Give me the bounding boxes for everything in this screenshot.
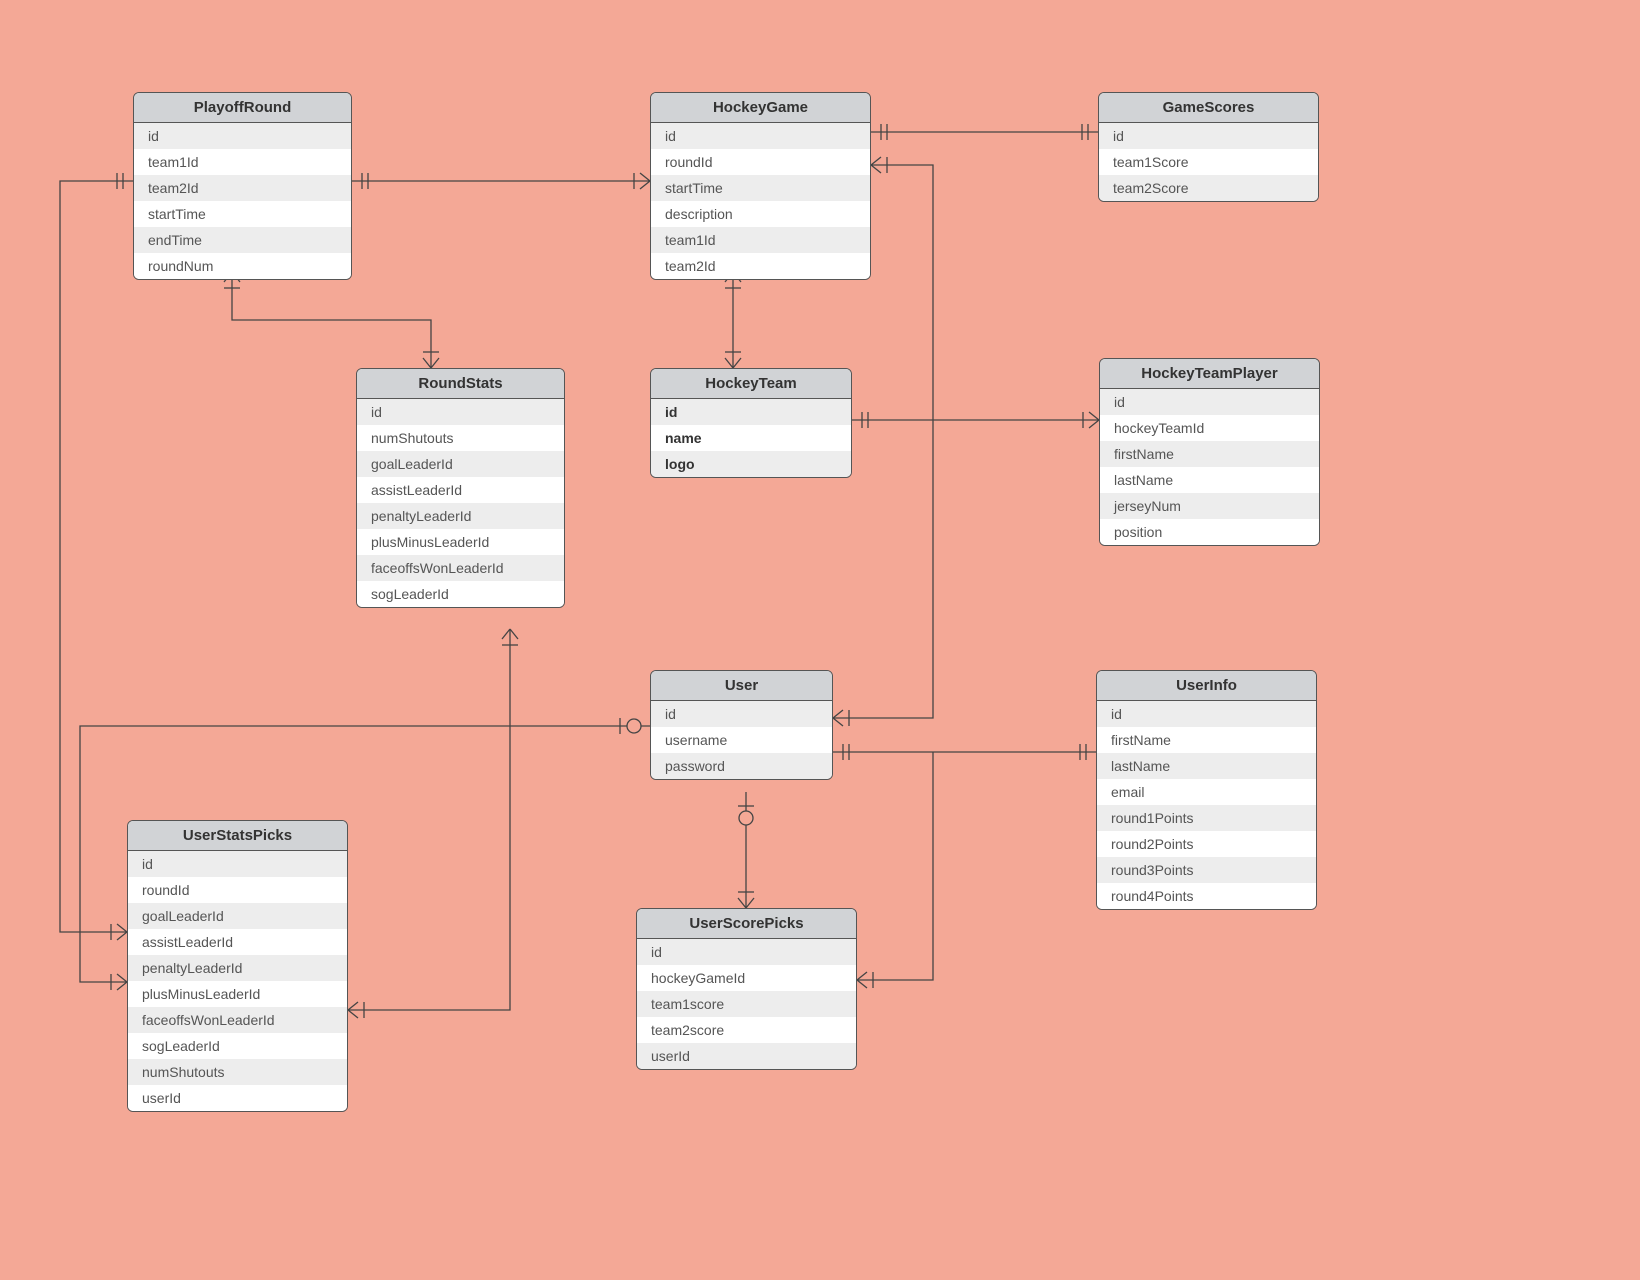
- entity-field: position: [1100, 519, 1319, 545]
- entity-header: HockeyTeamPlayer: [1100, 359, 1319, 389]
- entity-field: id: [357, 399, 564, 425]
- entity-field: goalLeaderId: [128, 903, 347, 929]
- entity-field: team1Id: [651, 227, 870, 253]
- entity-field: id: [651, 123, 870, 149]
- entity-field: penaltyLeaderId: [357, 503, 564, 529]
- entity-field: id: [651, 399, 851, 425]
- entity-field: hockeyTeamId: [1100, 415, 1319, 441]
- entity-header: UserScorePicks: [637, 909, 856, 939]
- entity-userinfo: UserInfo id firstName lastName email rou…: [1096, 670, 1317, 910]
- entity-field: lastName: [1100, 467, 1319, 493]
- entity-field: password: [651, 753, 832, 779]
- entity-userstatspicks: UserStatsPicks id roundId goalLeaderId a…: [127, 820, 348, 1112]
- entity-field: firstName: [1097, 727, 1316, 753]
- entity-field: team1Score: [1099, 149, 1318, 175]
- entity-field: goalLeaderId: [357, 451, 564, 477]
- entity-header: HockeyTeam: [651, 369, 851, 399]
- entity-header: PlayoffRound: [134, 93, 351, 123]
- entity-field: penaltyLeaderId: [128, 955, 347, 981]
- entity-field: id: [637, 939, 856, 965]
- entity-header: RoundStats: [357, 369, 564, 399]
- entity-field: firstName: [1100, 441, 1319, 467]
- entity-field: logo: [651, 451, 851, 477]
- entity-field: team2Id: [134, 175, 351, 201]
- entity-field: lastName: [1097, 753, 1316, 779]
- entity-hockeygame: HockeyGame id roundId startTime descript…: [650, 92, 871, 280]
- entity-field: jerseyNum: [1100, 493, 1319, 519]
- entity-header: User: [651, 671, 832, 701]
- entity-field: team2Id: [651, 253, 870, 279]
- entity-field: roundNum: [134, 253, 351, 279]
- entity-field: faceoffsWonLeaderId: [128, 1007, 347, 1033]
- entity-field: id: [1099, 123, 1318, 149]
- entity-field: round3Points: [1097, 857, 1316, 883]
- entity-field: team1Id: [134, 149, 351, 175]
- entity-field: username: [651, 727, 832, 753]
- entity-user: User id username password: [650, 670, 833, 780]
- entity-field: plusMinusLeaderId: [128, 981, 347, 1007]
- entity-header: UserStatsPicks: [128, 821, 347, 851]
- entity-header: UserInfo: [1097, 671, 1316, 701]
- entity-field: assistLeaderId: [128, 929, 347, 955]
- entity-field: name: [651, 425, 851, 451]
- entity-field: sogLeaderId: [128, 1033, 347, 1059]
- entity-hockeyteamplayer: HockeyTeamPlayer id hockeyTeamId firstNa…: [1099, 358, 1320, 546]
- entity-playoffround: PlayoffRound id team1Id team2Id startTim…: [133, 92, 352, 280]
- entity-field: roundId: [128, 877, 347, 903]
- entity-field: team2Score: [1099, 175, 1318, 201]
- entity-field: id: [134, 123, 351, 149]
- entity-hockeyteam: HockeyTeam id name logo: [650, 368, 852, 478]
- entity-field: userId: [637, 1043, 856, 1069]
- entity-field: faceoffsWonLeaderId: [357, 555, 564, 581]
- entity-field: round4Points: [1097, 883, 1316, 909]
- entity-field: sogLeaderId: [357, 581, 564, 607]
- entity-field: numShutouts: [128, 1059, 347, 1085]
- entity-gamescores: GameScores id team1Score team2Score: [1098, 92, 1319, 202]
- entity-field: userId: [128, 1085, 347, 1111]
- entity-field: id: [1100, 389, 1319, 415]
- entity-field: numShutouts: [357, 425, 564, 451]
- entity-field: round2Points: [1097, 831, 1316, 857]
- entity-userscorepicks: UserScorePicks id hockeyGameId team1scor…: [636, 908, 857, 1070]
- entity-header: HockeyGame: [651, 93, 870, 123]
- entity-field: id: [651, 701, 832, 727]
- entity-field: endTime: [134, 227, 351, 253]
- entity-field: description: [651, 201, 870, 227]
- entity-field: plusMinusLeaderId: [357, 529, 564, 555]
- entity-field: team2score: [637, 1017, 856, 1043]
- entity-roundstats: RoundStats id numShutouts goalLeaderId a…: [356, 368, 565, 608]
- entity-field: hockeyGameId: [637, 965, 856, 991]
- entity-field: assistLeaderId: [357, 477, 564, 503]
- entity-field: id: [1097, 701, 1316, 727]
- entity-field: startTime: [134, 201, 351, 227]
- entity-header: GameScores: [1099, 93, 1318, 123]
- entity-field: id: [128, 851, 347, 877]
- entity-field: team1score: [637, 991, 856, 1017]
- entity-field: email: [1097, 779, 1316, 805]
- entity-field: startTime: [651, 175, 870, 201]
- entity-field: round1Points: [1097, 805, 1316, 831]
- entity-field: roundId: [651, 149, 870, 175]
